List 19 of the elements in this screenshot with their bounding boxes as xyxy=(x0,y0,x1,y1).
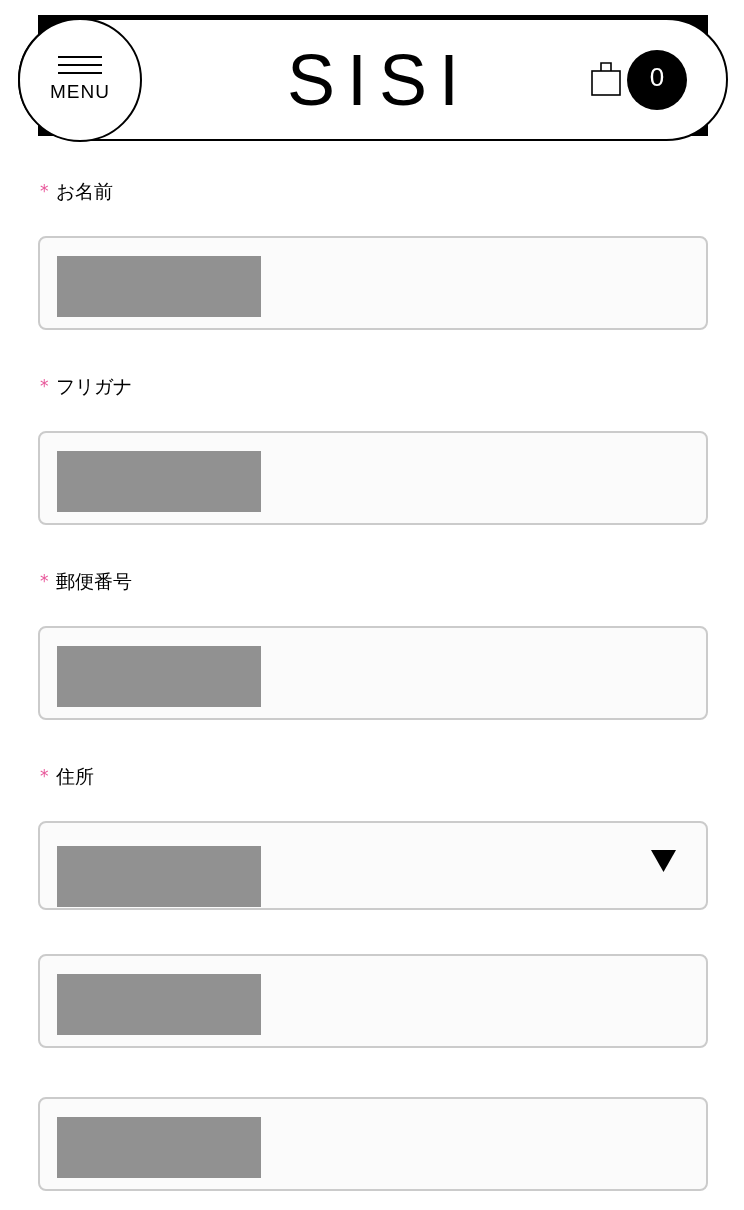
menu-icon xyxy=(58,56,102,74)
field-label: フリガナ xyxy=(55,374,132,398)
field-label: 郵便番号 xyxy=(55,569,132,593)
logo[interactable]: SISI xyxy=(286,43,472,116)
shopping-bag-icon[interactable] xyxy=(591,61,621,96)
field-label: 住所 xyxy=(55,764,94,788)
field-label: お名前 xyxy=(55,179,113,203)
required-mark: * xyxy=(40,377,49,395)
required-mark: * xyxy=(40,572,49,590)
required-mark: * xyxy=(40,767,49,785)
input-field[interactable] xyxy=(38,431,708,525)
input-field[interactable] xyxy=(38,236,708,330)
input-field[interactable] xyxy=(38,626,708,720)
input-field[interactable] xyxy=(38,954,708,1048)
input-field[interactable] xyxy=(38,1097,708,1191)
required-mark: * xyxy=(40,182,49,200)
select-field[interactable] xyxy=(38,821,708,910)
caret-down-icon xyxy=(651,850,676,872)
cart-count-badge: 0 xyxy=(627,49,687,110)
